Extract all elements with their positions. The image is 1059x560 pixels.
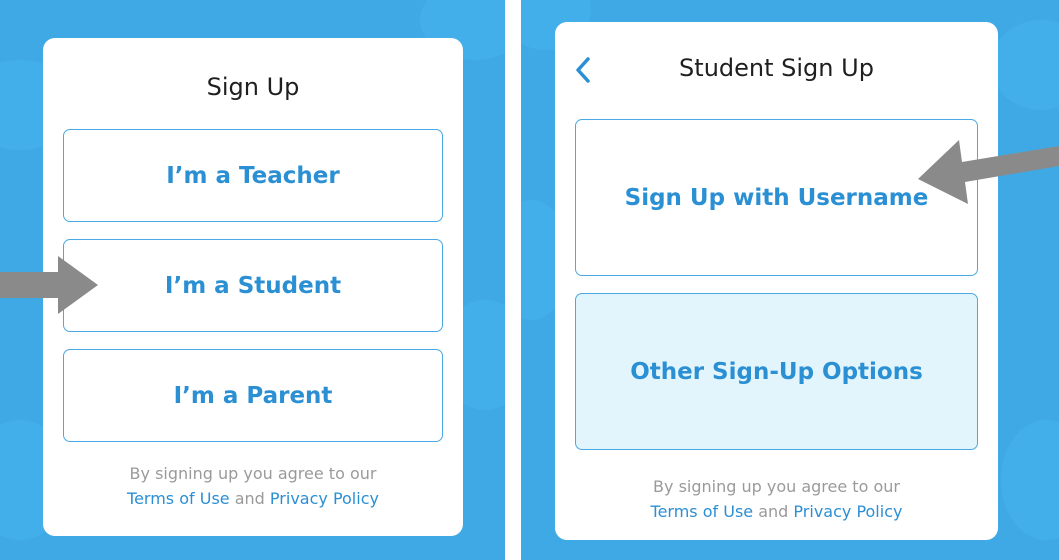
terms-of-use-link[interactable]: Terms of Use [127,489,230,508]
pointer-arrow-icon [918,140,1059,204]
student-role-button[interactable]: I’m a Student [63,239,443,332]
legal-conjunction: and [758,502,789,521]
terms-of-use-link[interactable]: Terms of Use [651,502,754,521]
student-sign-up-screen: Student Sign Up Sign Up with Username Ot… [521,0,1059,560]
student-role-label: I’m a Student [164,272,342,299]
page-title: Sign Up [206,73,300,101]
sign-up-with-username-label: Sign Up with Username [624,184,929,211]
legal-notice: By signing up you agree to our Terms of … [43,461,463,511]
legal-notice: By signing up you agree to our Terms of … [555,474,998,524]
pointer-arrow-icon [0,256,98,314]
parent-role-button[interactable]: I’m a Parent [63,349,443,442]
legal-prefix: By signing up you agree to our [129,464,377,483]
legal-prefix: By signing up you agree to our [653,477,900,496]
privacy-policy-link[interactable]: Privacy Policy [793,502,902,521]
page-title: Student Sign Up [679,54,874,82]
teacher-role-button[interactable]: I’m a Teacher [63,129,443,222]
other-sign-up-options-label: Other Sign-Up Options [630,358,923,385]
privacy-policy-link[interactable]: Privacy Policy [270,489,379,508]
sign-up-role-screen: Sign Up I’m a Teacher I’m a Student I’m … [0,0,505,560]
sign-up-card: Sign Up I’m a Teacher I’m a Student I’m … [43,38,463,536]
legal-conjunction: and [234,489,265,508]
other-sign-up-options-button[interactable]: Other Sign-Up Options [575,293,978,450]
student-sign-up-card: Student Sign Up Sign Up with Username Ot… [555,22,998,540]
parent-role-label: I’m a Parent [173,382,333,409]
teacher-role-label: I’m a Teacher [166,162,340,189]
